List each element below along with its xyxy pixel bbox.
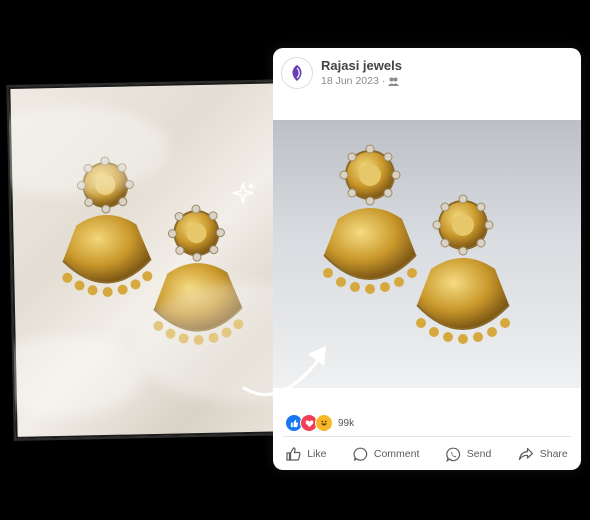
sparkle-icon	[232, 182, 255, 204]
comment-bubble-icon	[353, 447, 368, 461]
haha-reaction-icon	[315, 414, 333, 432]
post-actions-bar: Like Comment Send Share	[273, 444, 581, 464]
share-button[interactable]: Share	[518, 447, 568, 461]
page-avatar[interactable]	[281, 57, 313, 89]
actions-divider	[283, 436, 571, 437]
like-label: Like	[307, 448, 327, 460]
send-button[interactable]: Send	[446, 447, 492, 462]
whatsapp-icon	[446, 447, 460, 462]
send-label: Send	[466, 448, 492, 460]
transform-arrow-icon	[242, 346, 326, 397]
comment-label: Comment	[373, 448, 420, 460]
date-separator: ·	[381, 74, 386, 87]
page-name[interactable]: Rajasi jewels	[321, 58, 402, 73]
share-arrow-icon	[518, 447, 533, 461]
people-icon	[388, 77, 400, 87]
reaction-count: 99k	[338, 417, 355, 429]
share-label: Share	[539, 448, 568, 460]
post-date[interactable]: 18 Jun 2023	[321, 75, 379, 88]
post-header: Rajasi jewels 18 Jun 2023 ·	[281, 56, 402, 90]
thumbs-up-icon	[286, 447, 301, 461]
like-button[interactable]: Like	[286, 447, 326, 461]
brand-logo-icon	[292, 65, 302, 81]
reactions-summary[interactable]: 99k	[285, 414, 354, 432]
comment-button[interactable]: Comment	[353, 447, 420, 462]
